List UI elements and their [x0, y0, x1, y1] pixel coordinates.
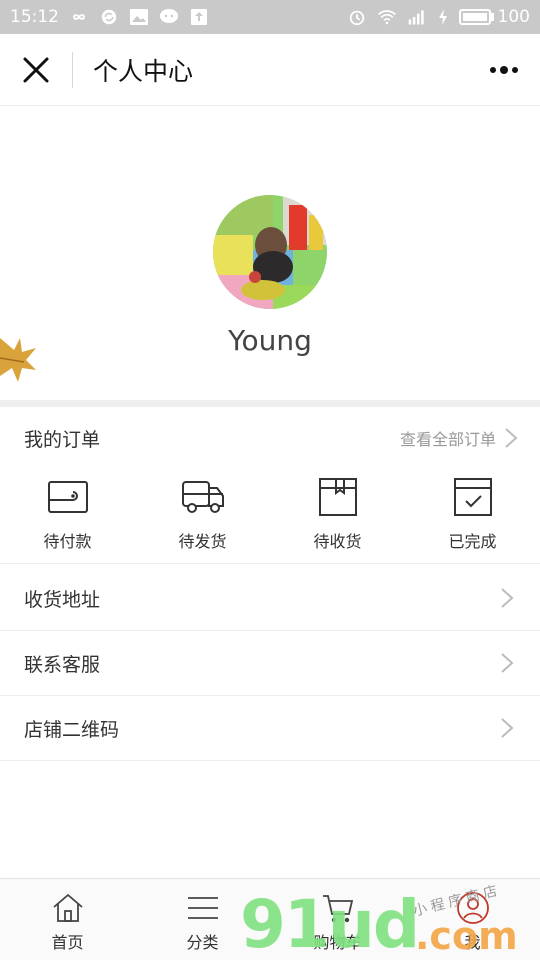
order-completed-label: 已完成 — [448, 532, 497, 551]
row-shipping-address-label: 收货地址 — [24, 588, 101, 611]
row-shipping-address[interactable]: 收货地址 — [0, 566, 540, 631]
orders-header[interactable]: 我的订单 查看全部订单 — [0, 407, 540, 469]
status-time: 15:12 — [10, 7, 59, 27]
order-pending-shipment-label: 待发货 — [178, 532, 227, 551]
order-completed[interactable]: 已完成 — [405, 470, 540, 563]
orders-title: 我的订单 — [24, 428, 101, 451]
chat-icon — [160, 9, 178, 23]
signal-icon — [408, 10, 424, 25]
page-title: 个人中心 — [93, 56, 194, 86]
view-all-orders-link[interactable]: 查看全部订单 — [400, 426, 518, 450]
nav-bar: 个人中心 — [0, 34, 540, 106]
sync-icon — [101, 9, 117, 25]
list-icon — [187, 897, 218, 919]
row-contact-support[interactable]: 联系客服 — [0, 631, 540, 696]
tab-cart[interactable]: 购物车 — [270, 879, 405, 960]
order-pending-shipment[interactable]: 待发货 — [135, 470, 270, 563]
charging-icon — [438, 9, 447, 25]
close-button[interactable] — [0, 34, 72, 106]
tab-bar: 首页 分类 购物车 我 — [0, 878, 540, 960]
order-pending-payment-label: 待付款 — [43, 532, 92, 551]
order-pending-payment[interactable]: 待付款 — [0, 470, 135, 563]
alarm-icon — [349, 10, 364, 26]
home-icon — [52, 893, 83, 922]
upload-icon — [191, 9, 207, 25]
infinity-icon — [73, 14, 85, 20]
close-icon — [23, 57, 49, 82]
tab-category-label: 分类 — [186, 933, 219, 952]
username: Young — [228, 324, 312, 357]
avatar[interactable] — [213, 195, 327, 309]
tab-category[interactable]: 分类 — [135, 879, 270, 960]
leaf-decoration — [0, 338, 36, 382]
tab-me[interactable]: 我 — [405, 879, 540, 960]
view-all-orders-label: 查看全部订单 — [399, 430, 496, 449]
tab-cart-label: 购物车 — [313, 933, 362, 952]
battery-level: 100 — [497, 7, 530, 27]
wifi-icon — [377, 10, 396, 25]
image-icon — [130, 9, 148, 25]
chevron-right-icon — [501, 653, 514, 673]
profile-header: Young — [0, 106, 540, 400]
box-icon — [318, 478, 357, 516]
chevron-right-icon — [501, 718, 514, 738]
status-left: 15:12 — [10, 7, 209, 27]
row-contact-support-label: 联系客服 — [24, 653, 101, 676]
battery-icon — [458, 9, 491, 25]
truck-icon — [181, 481, 224, 513]
nav-divider — [72, 51, 73, 88]
chevron-right-icon — [505, 428, 518, 448]
section-divider — [0, 400, 540, 407]
status-right: 100 — [347, 7, 530, 27]
battery-indicator: 100 — [458, 7, 530, 27]
status-bar: 15:12 100 — [0, 0, 540, 34]
battery-tip — [490, 13, 494, 21]
tab-home-label: 首页 — [51, 933, 84, 952]
cart-icon — [322, 895, 353, 923]
more-menu-button[interactable] — [488, 60, 520, 80]
wallet-icon — [47, 481, 88, 513]
order-pending-receipt-label: 待收货 — [313, 532, 362, 551]
order-status-bar: 待付款 待发货 待收货 已完成 — [0, 470, 540, 564]
order-pending-receipt[interactable]: 待收货 — [270, 470, 405, 563]
chevron-right-icon — [501, 588, 514, 608]
row-store-qrcode-label: 店铺二维码 — [24, 718, 120, 741]
check-box-icon — [453, 478, 492, 516]
row-store-qrcode[interactable]: 店铺二维码 — [0, 696, 540, 761]
user-icon — [456, 892, 489, 924]
tab-me-label: 我 — [464, 933, 481, 952]
tab-home[interactable]: 首页 — [0, 879, 135, 960]
